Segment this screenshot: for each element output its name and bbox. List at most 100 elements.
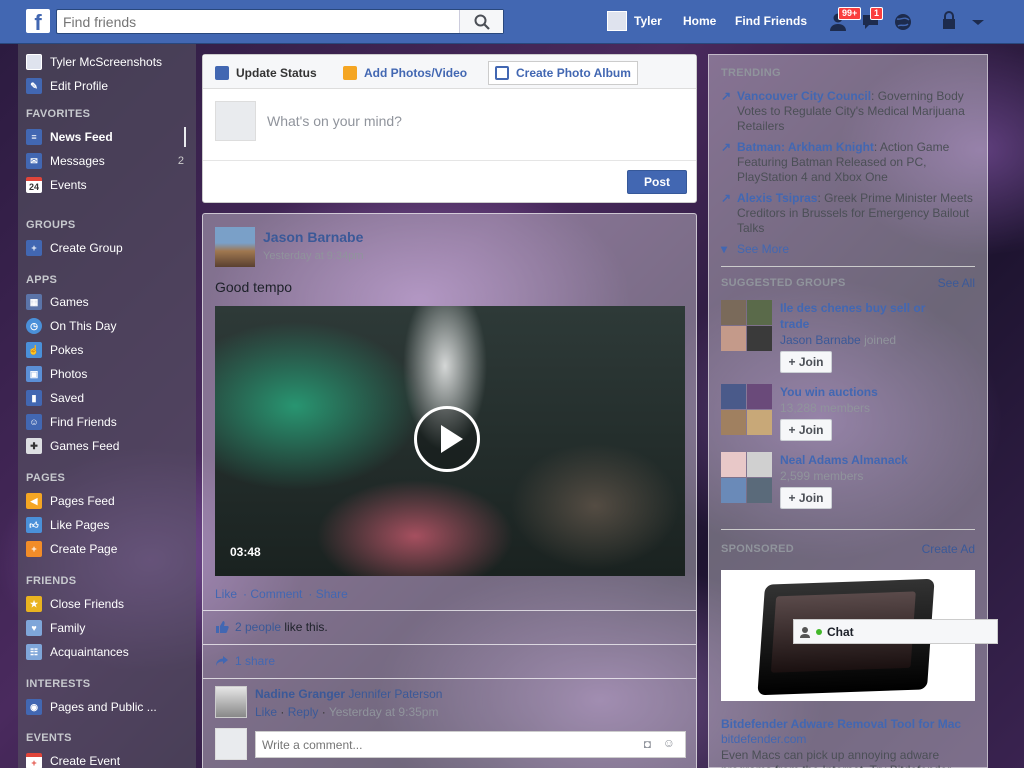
- account-menu[interactable]: [966, 10, 990, 34]
- tab-add-photos-video[interactable]: Add Photos/Video: [337, 61, 473, 85]
- sidebar-item-close-friends[interactable]: ★ Close Friends: [26, 594, 124, 614]
- sidebar-item-events[interactable]: 24 Events: [26, 175, 87, 195]
- play-icon[interactable]: [414, 406, 480, 472]
- comment-author[interactable]: Nadine Granger: [255, 687, 345, 701]
- ad-title[interactable]: Bitdefender Adware Removal Tool for Mac: [721, 717, 961, 731]
- group-sub-label: joined: [860, 333, 897, 347]
- sidebar-item-saved[interactable]: ▮ Saved: [26, 388, 84, 408]
- sidebar-item-pokes[interactable]: ☝ Pokes: [26, 340, 83, 360]
- sidebar-item-family[interactable]: ♥ Family: [26, 618, 85, 638]
- see-more-link[interactable]: ▾ See More: [721, 242, 975, 257]
- sidebar-item-pages-and-public[interactable]: ◉ Pages and Public ...: [26, 697, 157, 717]
- trending-topic[interactable]: Batman: Arkham Knight: [737, 140, 874, 154]
- group-thumbnails[interactable]: [721, 452, 772, 503]
- trending-arrow-icon: ↗: [721, 191, 732, 205]
- emoji-icon[interactable]: ☺: [663, 736, 675, 750]
- sidebar-item-like-pages[interactable]: 👍︎ Like Pages: [26, 515, 109, 535]
- sidebar-item-games[interactable]: ▦ Games: [26, 292, 89, 312]
- search-button[interactable]: [459, 10, 503, 33]
- tab-update-status[interactable]: Update Status: [209, 61, 323, 85]
- sidebar-item-on-this-day[interactable]: ◷ On This Day: [26, 316, 116, 336]
- like-link[interactable]: Like: [215, 587, 237, 601]
- sidebar-profile[interactable]: Tyler McScreenshots: [26, 52, 162, 72]
- sidebar-item-create-page[interactable]: + Create Page: [26, 539, 117, 559]
- camera-icon[interactable]: ◘: [644, 737, 651, 751]
- trending-item[interactable]: ↗ Alexis Tsipras: Greek Prime Minister M…: [721, 191, 975, 236]
- privacy-shortcuts[interactable]: [940, 10, 964, 34]
- post-author[interactable]: Jason Barnabe: [263, 229, 363, 245]
- comment-mention[interactable]: Jennifer Paterson: [348, 687, 442, 701]
- post-button[interactable]: Post: [627, 170, 687, 194]
- games-icon: ▦: [26, 294, 42, 310]
- sidebar-item-messages[interactable]: ✉ Messages: [26, 151, 105, 171]
- trending-item[interactable]: ↗ Batman: Arkham Knight: Action Game Fea…: [721, 140, 975, 185]
- photos-icon: ▣: [26, 366, 42, 382]
- sidebar-item-photos[interactable]: ▣ Photos: [26, 364, 87, 384]
- search-input[interactable]: [57, 10, 457, 33]
- sidebar-item-news-feed[interactable]: ≡ News Feed: [26, 127, 186, 147]
- bookmark-icon: ▮: [26, 390, 42, 406]
- find-friends-link[interactable]: Find Friends: [735, 14, 807, 28]
- sidebar-item-label: Saved: [50, 391, 85, 405]
- friends-heading: FRIENDS: [26, 575, 77, 587]
- group-name[interactable]: Neal Adams Almanack: [780, 452, 940, 468]
- left-sidebar: Tyler McScreenshots ✎ Edit Profile FAVOR…: [18, 44, 196, 768]
- right-sidebar: TRENDING ↗ Vancouver City Council: Gover…: [708, 54, 988, 768]
- rss-icon: ◉: [26, 699, 42, 715]
- trending-topic[interactable]: Alexis Tsipras: [737, 191, 817, 205]
- home-link[interactable]: Home: [683, 14, 716, 28]
- sidebar-item-pages-feed[interactable]: ◀ Pages Feed: [26, 491, 115, 511]
- notifications-jewel[interactable]: [892, 10, 916, 34]
- profile-link[interactable]: Tyler: [634, 14, 662, 28]
- join-group-button[interactable]: + Join: [780, 487, 832, 509]
- sidebar-item-create-event[interactable]: + Create Event: [26, 751, 120, 768]
- post-video[interactable]: 03:48: [215, 306, 685, 576]
- comment-like-link[interactable]: Like: [255, 705, 277, 719]
- messages-jewel[interactable]: 1: [860, 7, 884, 34]
- commenter-avatar[interactable]: [215, 686, 247, 718]
- trending-topic[interactable]: Vancouver City Council: [737, 89, 871, 103]
- sidebar-item-acquaintances[interactable]: ☷ Acquaintances: [26, 642, 129, 662]
- group-name[interactable]: Ile des chenes buy sell or trade: [780, 300, 940, 332]
- comment-link[interactable]: Comment: [250, 587, 302, 601]
- see-all-link[interactable]: See All: [938, 276, 975, 290]
- composer-tabs: Update Status Add Photos/Video Create Ph…: [203, 55, 696, 89]
- ad-url[interactable]: bitdefender.com: [721, 732, 806, 746]
- sponsored-heading: SPONSORED: [721, 543, 794, 555]
- trending-item[interactable]: ↗ Vancouver City Council: Governing Body…: [721, 89, 975, 134]
- friend-requests-jewel[interactable]: 99+: [828, 7, 862, 34]
- sidebar-item-label: Edit Profile: [50, 79, 109, 93]
- user-avatar[interactable]: [607, 11, 627, 31]
- comment-reply-link[interactable]: Reply: [288, 705, 319, 719]
- facebook-logo[interactable]: f: [26, 9, 50, 33]
- likers-link[interactable]: 2 people: [235, 620, 281, 634]
- likes-suffix: like this.: [281, 620, 328, 634]
- sidebar-item-edit-profile[interactable]: ✎ Edit Profile: [26, 76, 108, 96]
- status-input[interactable]: What's on your mind?: [267, 113, 402, 129]
- group-thumbnails[interactable]: [721, 300, 772, 351]
- sidebar-item-create-group[interactable]: + Create Group: [26, 238, 123, 258]
- messages-count: 2: [177, 155, 184, 167]
- poke-icon: ☝: [26, 342, 42, 358]
- divider: [203, 610, 696, 611]
- join-group-button[interactable]: + Join: [780, 351, 832, 373]
- group-name[interactable]: You win auctions: [780, 384, 940, 400]
- join-group-button[interactable]: + Join: [780, 419, 832, 441]
- news-feed-icon: ≡: [26, 129, 42, 145]
- post-timestamp[interactable]: Yesterday at 9:34pm: [263, 250, 364, 262]
- create-event-icon: +: [26, 753, 42, 768]
- chat-tab[interactable]: Chat: [793, 619, 998, 644]
- suggested-group: Ile des chenes buy sell or trade Jason B…: [721, 300, 975, 373]
- post-author-avatar[interactable]: [215, 227, 255, 267]
- comment-timestamp[interactable]: Yesterday at 9:35pm: [329, 705, 439, 719]
- tab-create-photo-album[interactable]: Create Photo Album: [488, 61, 638, 85]
- comment-input[interactable]: [256, 732, 606, 757]
- group-member-link[interactable]: Jason Barnabe: [780, 333, 861, 347]
- shares-summary[interactable]: 1 share: [215, 654, 275, 668]
- create-ad-link[interactable]: Create Ad: [922, 542, 975, 556]
- share-link[interactable]: Share: [316, 587, 348, 601]
- sidebar-item-find-friends[interactable]: ☺ Find Friends: [26, 412, 117, 432]
- sidebar-item-games-feed[interactable]: ✚ Games Feed: [26, 436, 119, 456]
- search-bar: [56, 9, 504, 34]
- group-thumbnails[interactable]: [721, 384, 772, 435]
